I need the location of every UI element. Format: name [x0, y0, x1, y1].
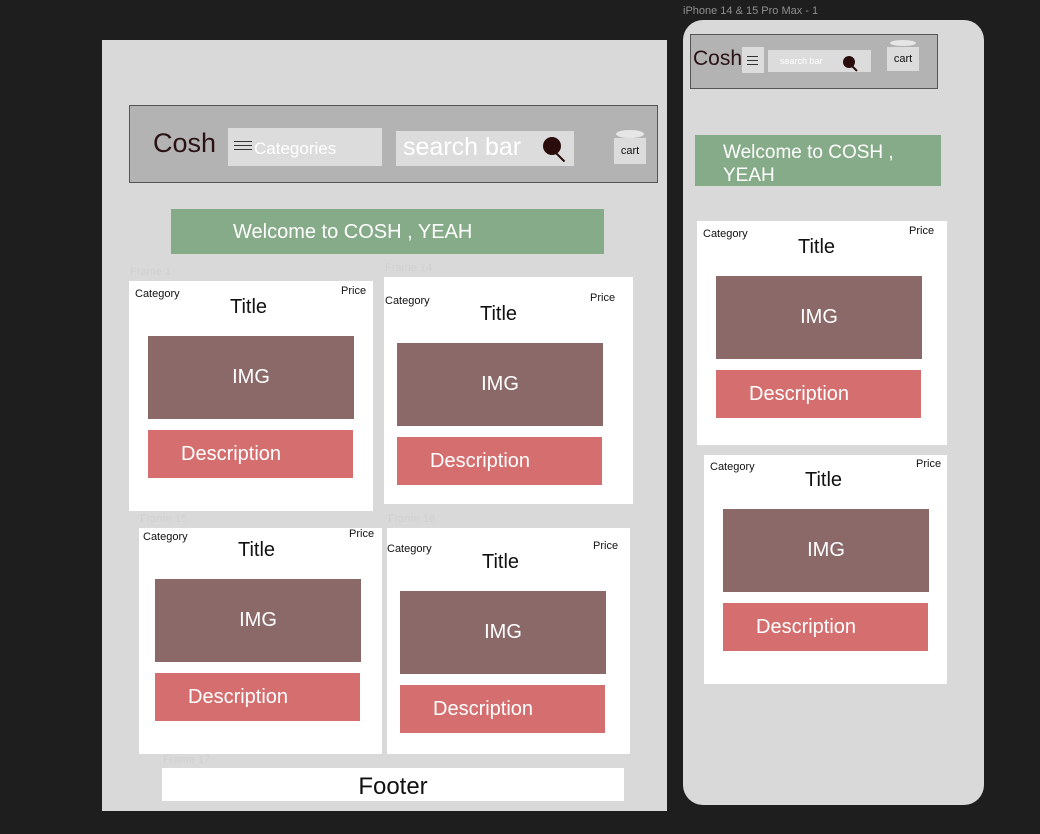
card-image: IMG: [397, 343, 603, 426]
search-icon-handle: [851, 65, 858, 72]
frame16-label: Frame 16: [388, 513, 436, 525]
search-input[interactable]: search bar: [396, 131, 574, 166]
search-icon[interactable]: [543, 137, 561, 155]
card-title: Title: [238, 539, 276, 561]
card-description-text: Description: [433, 698, 534, 720]
card-category: Category: [135, 288, 180, 300]
card-price: Price: [593, 540, 619, 552]
cart-icon: [616, 130, 644, 138]
mobile-welcome-banner: Welcome to COSH , YEAH: [695, 135, 941, 186]
card-image: IMG: [148, 336, 354, 419]
card-description-text: Description: [749, 383, 850, 405]
card-price: Price: [590, 292, 616, 304]
frame15-label: Frame 15: [140, 513, 188, 525]
product-card[interactable]: Category Price Title IMG Description: [139, 528, 382, 754]
card-description: Description: [400, 685, 605, 733]
categories-label: Categories: [254, 139, 337, 158]
desktop-header: Cosh Categories search bar cart: [129, 105, 658, 183]
frame1-label: Frame 1: [130, 266, 171, 278]
card-image: IMG: [723, 509, 929, 592]
frame17-label: Frame 17: [163, 754, 211, 766]
card-description-text: Description: [430, 450, 531, 472]
card-title: Title: [798, 236, 836, 258]
menu-icon: [747, 53, 758, 68]
mobile-menu-button[interactable]: [742, 47, 764, 73]
frame14-label: Frame 14: [385, 262, 433, 274]
card-description: Description: [155, 673, 360, 721]
card-description: Description: [148, 430, 353, 478]
card-title: Title: [480, 303, 518, 325]
card-title: Title: [805, 469, 843, 491]
menu-icon: [234, 138, 252, 153]
mobile-header: Cosh search bar cart: [690, 34, 938, 89]
mobile-product-card[interactable]: Category Price Title IMG Description: [697, 221, 947, 445]
card-description: Description: [716, 370, 921, 418]
card-category: Category: [387, 543, 432, 555]
product-card[interactable]: Category Price Title IMG Description: [384, 277, 633, 504]
mobile-logo[interactable]: Cosh: [693, 47, 742, 71]
card-category: Category: [143, 531, 188, 543]
product-card[interactable]: Category Price Title IMG Description: [387, 528, 630, 754]
iphone-frame-label: iPhone 14 & 15 Pro Max - 1: [683, 5, 819, 17]
categories-button[interactable]: Categories: [228, 128, 382, 166]
card-image: IMG: [400, 591, 606, 674]
cart-button[interactable]: cart: [614, 138, 646, 164]
card-description: Description: [397, 437, 602, 485]
search-icon-handle: [555, 152, 566, 163]
mobile-cart-button[interactable]: cart: [887, 47, 919, 71]
card-title: Title: [482, 551, 520, 573]
card-price: Price: [341, 285, 367, 297]
mobile-welcome-text: Welcome to COSH , YEAH: [723, 141, 894, 187]
card-description-text: Description: [181, 443, 282, 465]
card-description-text: Description: [188, 686, 289, 708]
card-category: Category: [710, 461, 755, 473]
mobile-product-card[interactable]: Category Price Title IMG Description: [704, 455, 947, 684]
card-price: Price: [909, 225, 935, 237]
card-category: Category: [703, 228, 748, 240]
card-description-text: Description: [756, 616, 857, 638]
mobile-search-input[interactable]: search bar: [768, 50, 871, 72]
mobile-welcome-line2: YEAH: [723, 165, 775, 186]
cart-icon: [890, 40, 916, 46]
product-card[interactable]: Category Price Title IMG Description: [129, 281, 373, 511]
mobile-welcome-line1: Welcome to COSH ,: [723, 142, 894, 163]
card-category: Category: [385, 295, 430, 307]
card-price: Price: [916, 458, 942, 470]
welcome-banner: Welcome to COSH , YEAH: [171, 209, 604, 254]
welcome-text: Welcome to COSH , YEAH: [233, 221, 473, 243]
footer: Footer: [162, 768, 624, 801]
card-image: IMG: [716, 276, 922, 359]
card-price: Price: [349, 528, 375, 540]
logo[interactable]: Cosh: [153, 128, 216, 159]
mobile-search-placeholder: search bar: [780, 56, 823, 66]
card-title: Title: [230, 296, 268, 318]
card-description: Description: [723, 603, 928, 651]
search-placeholder: search bar: [403, 133, 522, 161]
card-image: IMG: [155, 579, 361, 662]
